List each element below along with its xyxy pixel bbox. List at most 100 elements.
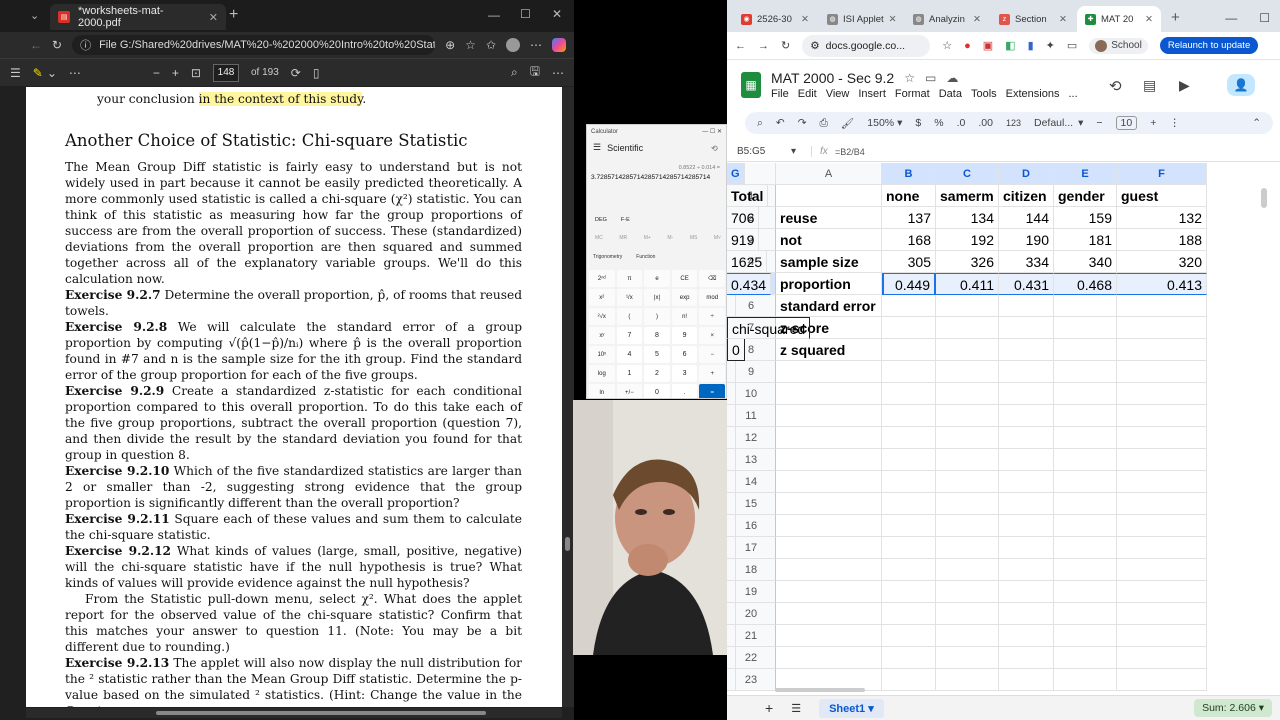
- minimize-icon[interactable]: —: [1215, 11, 1247, 32]
- empty-cell[interactable]: [936, 669, 999, 691]
- fit-page-icon[interactable]: ⊡: [191, 66, 201, 80]
- empty-cell[interactable]: [1054, 603, 1117, 625]
- calculator-window-controls[interactable]: — ☐ ✕: [702, 128, 722, 135]
- cell-b3[interactable]: 168: [882, 229, 936, 251]
- cell-e1[interactable]: gender: [1054, 185, 1117, 207]
- empty-cell[interactable]: [776, 647, 882, 669]
- empty-cell[interactable]: [776, 603, 882, 625]
- tab-canvas[interactable]: ◉ 2526-30 ✕: [733, 6, 817, 32]
- empty-cell[interactable]: [1117, 559, 1207, 581]
- memory-add[interactable]: M+: [644, 235, 651, 241]
- empty-cell[interactable]: [727, 515, 736, 537]
- share-icon[interactable]: 👤: [1227, 74, 1255, 96]
- angle-mode-button[interactable]: DEG: [595, 217, 607, 223]
- calc-key[interactable]: CE: [671, 270, 698, 287]
- font-dropdown-icon[interactable]: ▾: [1078, 117, 1083, 129]
- bookmark-icon[interactable]: ☆: [942, 39, 952, 52]
- cell-d4[interactable]: 334: [999, 251, 1054, 273]
- extensions-puzzle-icon[interactable]: ✦: [1046, 39, 1055, 52]
- calc-key[interactable]: ⌫: [699, 270, 725, 287]
- close-window-icon[interactable]: ✕: [552, 7, 562, 21]
- cell-f7[interactable]: [1117, 317, 1207, 339]
- empty-cell[interactable]: [1054, 537, 1117, 559]
- empty-cell[interactable]: [1117, 449, 1207, 471]
- cell-e5[interactable]: 0.468: [1054, 273, 1117, 295]
- zoom-in-icon[interactable]: +: [172, 66, 179, 80]
- empty-cell[interactable]: [727, 493, 736, 515]
- cell-g3[interactable]: 919: [727, 229, 760, 251]
- currency-button[interactable]: $: [915, 117, 921, 129]
- cell-b8[interactable]: [882, 339, 936, 361]
- empty-cell[interactable]: [776, 515, 882, 537]
- empty-cell[interactable]: [776, 471, 882, 493]
- cell-d7[interactable]: [999, 317, 1054, 339]
- calc-key[interactable]: 7: [616, 327, 643, 344]
- back-icon[interactable]: ←: [735, 40, 746, 52]
- calc-key[interactable]: 8: [644, 327, 670, 344]
- save-icon[interactable]: 🖫: [530, 62, 540, 83]
- empty-cell[interactable]: [1117, 361, 1207, 383]
- empty-cell[interactable]: [882, 361, 936, 383]
- calc-key[interactable]: 5: [644, 346, 670, 363]
- maximize-icon[interactable]: ☐: [1249, 11, 1280, 32]
- empty-cell[interactable]: [727, 383, 736, 405]
- cell-c7[interactable]: [936, 317, 999, 339]
- menu-data[interactable]: Data: [939, 88, 962, 100]
- redo-icon[interactable]: ↷: [798, 117, 807, 129]
- calc-key[interactable]: ÷: [699, 308, 725, 325]
- extension-icon[interactable]: ▣: [983, 39, 993, 52]
- zoom-select[interactable]: 150%: [867, 117, 894, 129]
- empty-cell[interactable]: [1054, 647, 1117, 669]
- calc-key[interactable]: 2: [644, 365, 670, 382]
- cell-d1[interactable]: citizen: [999, 185, 1054, 207]
- memory-list[interactable]: M˅: [714, 235, 721, 241]
- empty-cell[interactable]: [999, 515, 1054, 537]
- empty-cell[interactable]: [882, 669, 936, 691]
- cell-a8[interactable]: z squared: [776, 339, 882, 361]
- empty-cell[interactable]: [1054, 471, 1117, 493]
- cell-b2[interactable]: 137: [882, 207, 936, 229]
- extension-icon[interactable]: ◧: [1005, 39, 1015, 52]
- calc-key[interactable]: 10ˣ: [589, 346, 615, 363]
- zoom-out-icon[interactable]: −: [153, 66, 160, 80]
- calc-key[interactable]: ¹/x: [616, 289, 643, 306]
- calc-key[interactable]: 2ⁿᵈ: [589, 270, 615, 287]
- favorites-bar-icon[interactable]: ✩: [486, 38, 496, 52]
- cell-c3[interactable]: 192: [936, 229, 999, 251]
- calc-key[interactable]: 6: [671, 346, 698, 363]
- empty-cell[interactable]: [999, 361, 1054, 383]
- empty-cell[interactable]: [999, 493, 1054, 515]
- sheets-logo-icon[interactable]: ▦: [741, 72, 761, 98]
- empty-cell[interactable]: [882, 493, 936, 515]
- close-tab-icon[interactable]: ✕: [973, 14, 981, 25]
- empty-cell[interactable]: [1117, 405, 1207, 427]
- menu-view[interactable]: View: [826, 88, 850, 100]
- menu-extensions[interactable]: Extensions: [1006, 88, 1060, 100]
- empty-cell[interactable]: [727, 449, 736, 471]
- cell-f3[interactable]: 188: [1117, 229, 1207, 251]
- zoom-icon[interactable]: ⊕: [445, 38, 455, 52]
- horizontal-scroll-thumb[interactable]: [775, 688, 865, 692]
- pdf-more-icon[interactable]: ⋯: [552, 66, 564, 80]
- function-dropdown[interactable]: Function: [636, 254, 655, 260]
- close-tab-icon[interactable]: ✕: [801, 14, 809, 25]
- tab-menu-chevron-icon[interactable]: ⌄: [30, 9, 39, 22]
- calc-key[interactable]: ): [644, 308, 670, 325]
- empty-cell[interactable]: [1117, 625, 1207, 647]
- empty-cell[interactable]: [776, 361, 882, 383]
- percent-button[interactable]: %: [934, 117, 943, 129]
- column-header-d[interactable]: D: [999, 163, 1054, 185]
- print-icon[interactable]: ⎙: [820, 117, 828, 130]
- calc-key[interactable]: ²√x: [589, 308, 615, 325]
- cell-f5[interactable]: 0.413: [1117, 273, 1207, 295]
- tab-isi-applet[interactable]: ◍ ISI Applet ✕: [819, 6, 903, 32]
- cell-g1[interactable]: Total: [727, 185, 769, 207]
- profile-avatar[interactable]: [506, 38, 520, 52]
- empty-cell[interactable]: [727, 427, 736, 449]
- cell-a5[interactable]: proportion: [776, 273, 882, 295]
- name-box[interactable]: B5:G5: [727, 146, 791, 157]
- sum-indicator[interactable]: Sum: 2.606 ▾: [1194, 699, 1272, 717]
- empty-cell[interactable]: [1054, 669, 1117, 691]
- empty-cell[interactable]: [936, 471, 999, 493]
- calc-key[interactable]: −: [699, 346, 725, 363]
